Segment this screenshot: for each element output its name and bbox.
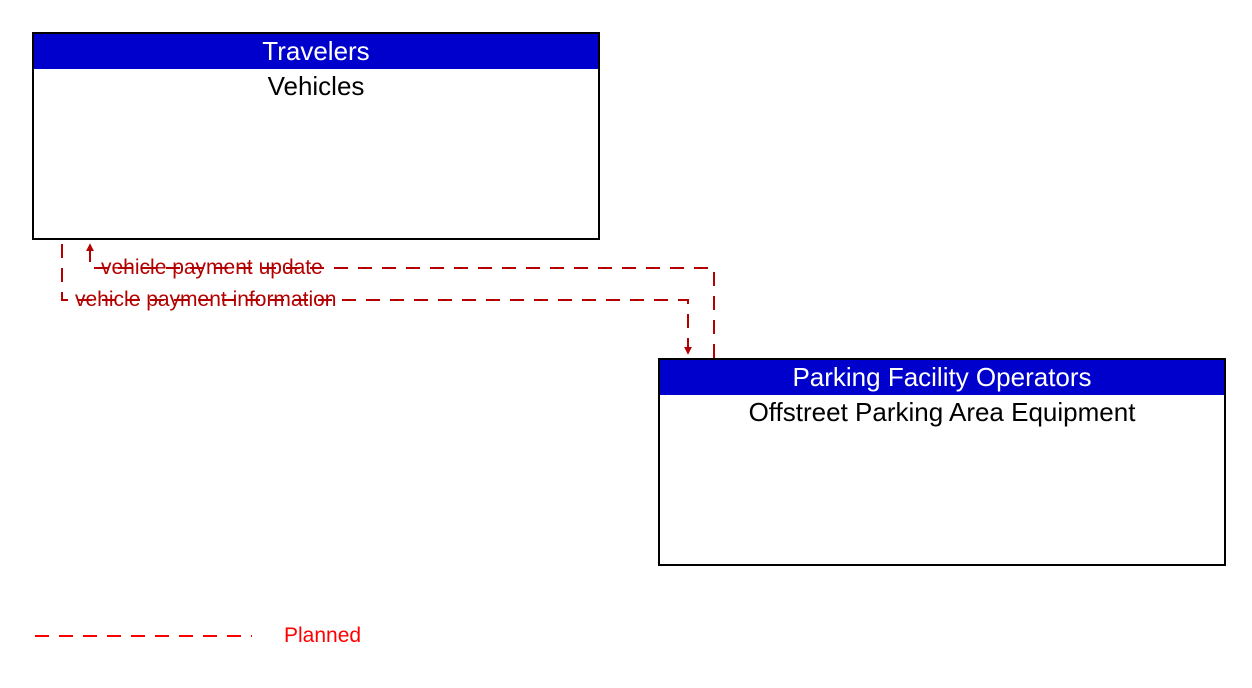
entity-travelers: Travelers Vehicles — [32, 32, 600, 240]
entity-parking-header: Parking Facility Operators — [660, 360, 1224, 395]
entity-travelers-body: Vehicles — [34, 69, 598, 104]
entity-parking: Parking Facility Operators Offstreet Par… — [658, 358, 1226, 566]
flow-label-to-vehicles: vehicle payment update — [101, 256, 323, 280]
entity-travelers-header: Travelers — [34, 34, 598, 69]
flow-label-to-parking: vehicle payment information — [75, 288, 336, 312]
legend-planned-label: Planned — [284, 624, 361, 648]
entity-parking-body: Offstreet Parking Area Equipment — [660, 395, 1224, 430]
